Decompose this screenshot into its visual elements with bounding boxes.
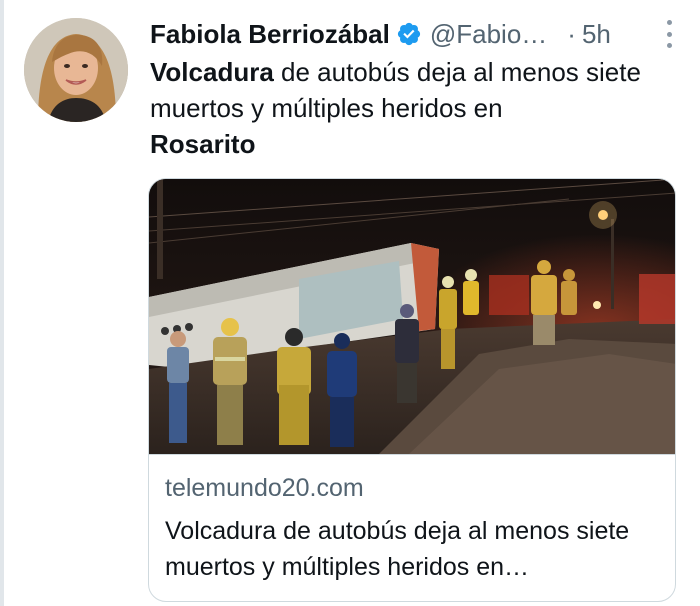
card-title[interactable]: Volcadura de autobús deja al menos siete… xyxy=(165,513,663,585)
tweet-text-bold-2: Rosarito xyxy=(150,129,256,159)
author-name[interactable]: Fabiola Berriozábal xyxy=(150,14,390,54)
tweet-header: Fabiola Berriozábal @Fabio… · 5h xyxy=(150,14,680,54)
bus-accident-photo xyxy=(149,179,675,454)
timeline-border xyxy=(0,0,4,606)
author-handle[interactable]: @Fabio… xyxy=(430,14,547,54)
separator-dot: · xyxy=(567,19,576,49)
tweet-text: Volcadura de autobús deja al menos siete… xyxy=(150,54,670,162)
link-card-image[interactable] xyxy=(149,179,675,454)
avatar-photo xyxy=(24,18,128,122)
link-card[interactable]: telemundo20.com Volcadura de autobús dej… xyxy=(148,178,676,602)
verified-badge-icon xyxy=(397,22,420,46)
timestamp[interactable]: 5h xyxy=(582,14,611,54)
avatar[interactable] xyxy=(24,18,128,122)
card-domain: telemundo20.com xyxy=(165,474,364,502)
card-divider xyxy=(149,454,675,455)
tweet[interactable]: Fabiola Berriozábal @Fabio… · 5h Volcadu… xyxy=(0,0,700,606)
tweet-text-bold-1: Volcadura xyxy=(150,57,274,87)
more-options-icon[interactable] xyxy=(664,20,674,48)
